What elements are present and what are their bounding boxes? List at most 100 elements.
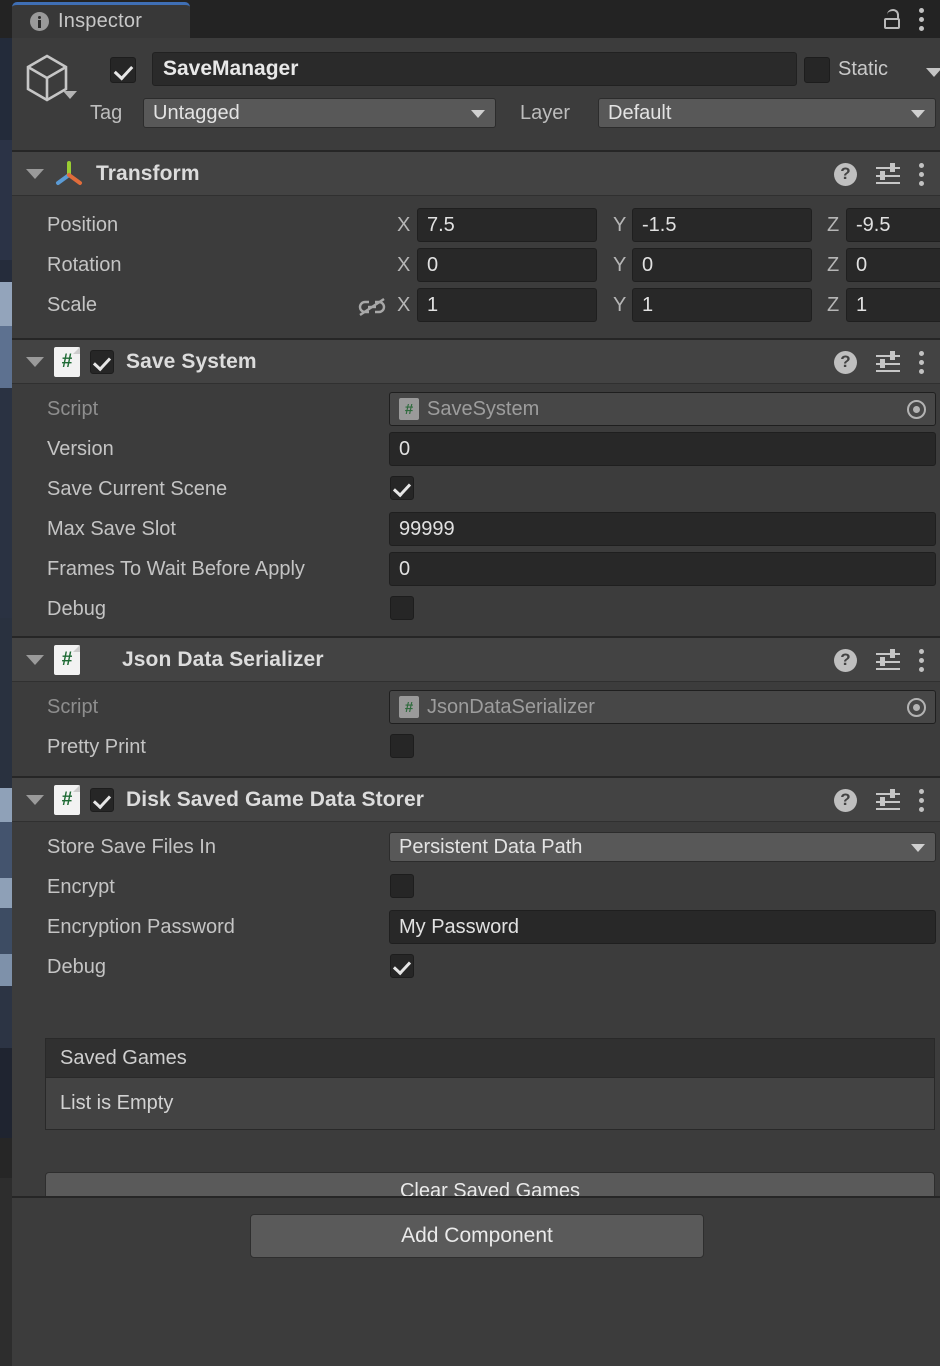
scale-y-input[interactable]: 1 (632, 288, 812, 322)
encryption-password-input[interactable]: My Password (389, 910, 936, 944)
info-icon (30, 12, 49, 31)
component-enable-checkbox[interactable] (90, 787, 114, 812)
version-input[interactable]: 0 (389, 432, 936, 466)
preset-icon[interactable] (876, 789, 900, 810)
layer-label: Layer (520, 102, 571, 124)
row-label: Encrypt (47, 876, 115, 898)
field-row-store-save-files-in: Store Save Files In Persistent Data Path (12, 828, 940, 868)
max-save-slot-input[interactable]: 99999 (389, 512, 936, 546)
debug-checkbox[interactable] (390, 596, 414, 620)
gameobject-header: SaveManager Static Tag Untagged Layer De… (12, 38, 940, 150)
component-enable-checkbox[interactable] (90, 349, 114, 374)
position-y-input[interactable]: -1.5 (632, 208, 812, 242)
row-label: Frames To Wait Before Apply (47, 558, 305, 580)
tabbar-actions (883, 0, 940, 38)
axis-y-label: Y (613, 294, 627, 316)
field-row-encryption-password: Encryption Password My Password (12, 908, 940, 948)
field-row-script: Script # JsonDataSerializer (12, 688, 940, 728)
script-object-field[interactable]: # JsonDataSerializer (389, 690, 936, 724)
row-label: Encryption Password (47, 916, 235, 938)
field-row-max-save-slot: Max Save Slot 99999 (12, 510, 940, 550)
pretty-print-checkbox[interactable] (390, 734, 414, 758)
foldout-icon[interactable] (26, 356, 44, 367)
static-label: Static (838, 58, 889, 80)
object-picker-icon[interactable] (907, 400, 926, 419)
help-icon[interactable]: ? (834, 162, 857, 186)
foldout-icon[interactable] (26, 794, 44, 805)
row-label: Pretty Print (47, 736, 146, 758)
position-z-input[interactable]: -9.5 (846, 208, 940, 242)
component-transform: Transform ? Position X 7.5 Y -1.5 Z -9.5… (12, 152, 940, 338)
frames-to-wait-input[interactable]: 0 (389, 552, 936, 586)
rotation-x-input[interactable]: 0 (417, 248, 597, 282)
preset-icon[interactable] (876, 649, 900, 670)
component-json-data-serializer-header[interactable]: # Json Data Serializer ? (12, 638, 940, 682)
kebab-menu-icon[interactable] (919, 788, 924, 812)
scale-unlinked-icon[interactable] (356, 297, 388, 317)
transform-row-position: Position X 7.5 Y -1.5 Z -9.5 (12, 206, 940, 246)
gameobject-name-input[interactable]: SaveManager (152, 52, 797, 86)
foldout-icon[interactable] (26, 168, 44, 179)
layer-dropdown[interactable]: Default (598, 98, 936, 128)
tag-dropdown[interactable]: Untagged (143, 98, 496, 128)
store-save-files-in-dropdown[interactable]: Persistent Data Path (389, 832, 936, 862)
panel-tabbar: Inspector (0, 0, 940, 38)
object-picker-icon[interactable] (907, 698, 926, 717)
static-dropdown-caret[interactable] (926, 68, 940, 77)
lock-open-icon[interactable] (883, 9, 901, 29)
axis-x-label: X (397, 214, 411, 236)
scale-x-input[interactable]: 1 (417, 288, 597, 322)
row-label: Script (47, 398, 99, 420)
scale-z-input[interactable]: 1 (846, 288, 940, 322)
static-checkbox[interactable] (804, 57, 830, 83)
save-current-scene-checkbox[interactable] (390, 476, 414, 500)
csharp-script-icon: # (54, 784, 80, 815)
gameobject-active-checkbox[interactable] (110, 57, 136, 83)
row-label: Script (47, 696, 99, 718)
csharp-script-icon: # (399, 398, 419, 420)
tab-inspector[interactable]: Inspector (12, 2, 190, 38)
component-json-data-serializer-title: Json Data Serializer (122, 647, 324, 671)
row-label: Debug (47, 956, 106, 978)
script-object-field[interactable]: # SaveSystem (389, 392, 936, 426)
rotation-z-input[interactable]: 0 (846, 248, 940, 282)
kebab-menu-icon[interactable] (919, 648, 924, 672)
field-row-frames-to-wait: Frames To Wait Before Apply 0 (12, 550, 940, 590)
transform-row-rotation: Rotation X 0 Y 0 Z 0 (12, 246, 940, 286)
row-label: Scale (47, 294, 98, 316)
rotation-y-input[interactable]: 0 (632, 248, 812, 282)
saved-games-list-empty: List is Empty (45, 1078, 935, 1130)
field-row-pretty-print: Pretty Print (12, 728, 940, 768)
help-icon[interactable]: ? (834, 350, 857, 374)
axis-z-label: Z (827, 294, 840, 316)
component-transform-header[interactable]: Transform ? (12, 152, 940, 196)
row-label: Position (47, 214, 119, 236)
row-label: Store Save Files In (47, 836, 216, 858)
add-component-button[interactable]: Add Component (250, 1214, 704, 1258)
kebab-menu-icon[interactable] (919, 162, 924, 186)
component-save-system-header[interactable]: # Save System ? (12, 340, 940, 384)
component-disk-storer-header[interactable]: # Disk Saved Game Data Storer ? (12, 778, 940, 822)
encrypt-checkbox[interactable] (390, 874, 414, 898)
row-label: Max Save Slot (47, 518, 176, 540)
transform-axis-icon (56, 160, 82, 185)
tab-inspector-label: Inspector (58, 10, 143, 32)
background-window-sliver (0, 0, 12, 1366)
help-icon[interactable]: ? (834, 788, 857, 812)
help-icon[interactable]: ? (834, 648, 857, 672)
component-transform-title: Transform (96, 161, 200, 185)
script-object-value: JsonDataSerializer (427, 695, 595, 718)
preset-icon[interactable] (876, 163, 900, 184)
component-disk-storer-title: Disk Saved Game Data Storer (126, 787, 425, 811)
saved-games-list-header[interactable]: Saved Games (45, 1038, 935, 1078)
foldout-icon[interactable] (26, 654, 44, 665)
field-row-version: Version 0 (12, 430, 940, 470)
inspector-window: Inspector SaveManager Static Tag Untagge… (0, 0, 940, 1366)
kebab-menu-icon[interactable] (919, 350, 924, 374)
debug-checkbox[interactable] (390, 954, 414, 978)
kebab-menu-icon[interactable] (919, 7, 924, 31)
axis-z-label: Z (827, 254, 840, 276)
preset-icon[interactable] (876, 351, 900, 372)
position-x-input[interactable]: 7.5 (417, 208, 597, 242)
component-disk-saved-game-data-storer: # Disk Saved Game Data Storer ? Store Sa… (12, 778, 940, 1210)
